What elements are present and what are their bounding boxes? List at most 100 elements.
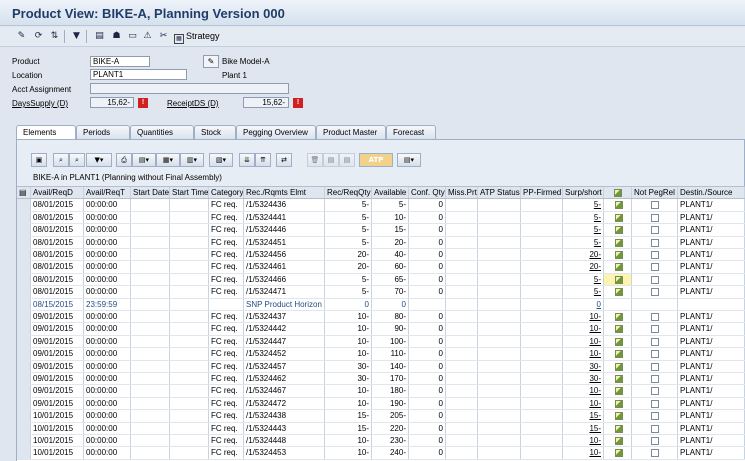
atp-button[interactable]: ATP: [359, 153, 393, 167]
not-pegrel-checkbox[interactable]: [651, 226, 659, 235]
not-pegrel-checkbox[interactable]: [651, 313, 659, 321]
cell-elmt[interactable]: /1/5324466: [244, 273, 325, 286]
table-row[interactable]: 10/01/2015 00:00:00 FC req./1/5324453 10- 24…: [17, 447, 745, 460]
row-selector[interactable]: [17, 273, 31, 286]
row-signal-cell[interactable]: [604, 335, 632, 348]
table-row[interactable]: 08/01/2015 00:00:00 FC req./1/5324461 20- 60…: [17, 261, 745, 274]
row-selector[interactable]: [17, 224, 31, 236]
row-signal-cell[interactable]: [604, 373, 632, 385]
tab-stock[interactable]: Stock: [194, 125, 236, 139]
row-selector[interactable]: [17, 311, 31, 323]
filter-icon[interactable]: ▼: [71, 31, 82, 42]
cell-elmt[interactable]: /1/5324457: [244, 360, 325, 372]
details-icon[interactable]: ▣: [31, 153, 47, 167]
row-selector[interactable]: [17, 385, 31, 397]
not-pegrel-checkbox[interactable]: [651, 387, 659, 396]
row-signal-cell[interactable]: [604, 360, 632, 372]
hierarchy-icon[interactable]: ⇅: [49, 31, 60, 42]
table-row[interactable]: 08/01/2015 00:00:00 FC req./1/5324456 20- 40…: [17, 249, 745, 262]
table-row[interactable]: 08/15/2015 23:59:59 SNP Product Horizon 0 0 0: [17, 298, 745, 311]
cell-elmt[interactable]: /1/5324462: [244, 373, 325, 385]
tab-pegging-overview[interactable]: Pegging Overview: [236, 125, 316, 139]
heuristic-icon[interactable]: ☗: [111, 31, 122, 42]
not-pegrel-checkbox-cell[interactable]: [632, 298, 678, 310]
row-selector[interactable]: [17, 435, 31, 447]
delete-icon[interactable]: 🗑: [307, 153, 323, 167]
graphic-dropdown-icon[interactable]: ▧▾: [209, 153, 233, 167]
not-pegrel-checkbox-cell[interactable]: [632, 211, 678, 224]
lock-icon[interactable]: ▤: [323, 153, 339, 167]
col-atp-status[interactable]: ATP Status: [478, 187, 521, 199]
not-pegrel-checkbox[interactable]: [651, 412, 659, 421]
not-pegrel-checkbox-cell[interactable]: [632, 249, 678, 261]
not-pegrel-checkbox-cell[interactable]: [632, 385, 678, 397]
cell-elmt[interactable]: /1/5324448: [244, 435, 325, 447]
not-pegrel-checkbox-cell[interactable]: [632, 410, 678, 422]
not-pegrel-checkbox[interactable]: [651, 437, 659, 445]
row-signal-cell[interactable]: [604, 199, 632, 211]
row-signal-cell[interactable]: [604, 236, 632, 248]
select-all-icon[interactable]: ▤: [17, 187, 31, 199]
not-pegrel-checkbox-cell[interactable]: [632, 447, 678, 459]
tab-forecast[interactable]: Forecast: [386, 125, 436, 139]
row-selector[interactable]: [17, 410, 31, 422]
cell-surp[interactable]: 20-: [563, 261, 604, 273]
cell-elmt[interactable]: /1/5324451: [244, 236, 325, 248]
not-pegrel-checkbox[interactable]: [651, 288, 659, 297]
strategy-button[interactable]: ▦ Strategy: [174, 31, 220, 44]
table-row[interactable]: 09/01/2015 00:00:00 FC req./1/5324457 30- 14…: [17, 360, 745, 373]
print-icon[interactable]: ⎙: [116, 153, 132, 167]
not-pegrel-checkbox[interactable]: [651, 424, 659, 433]
row-selector[interactable]: [17, 348, 31, 360]
row-selector[interactable]: [17, 261, 31, 273]
cell-surp[interactable]: 5-: [563, 286, 604, 298]
table-row[interactable]: 08/01/2015 00:00:00 FC req./1/5324451 5- 20-…: [17, 236, 745, 249]
cell-surp[interactable]: 5-: [563, 224, 604, 236]
not-pegrel-checkbox-cell[interactable]: [632, 236, 678, 248]
row-signal-cell[interactable]: [604, 422, 632, 434]
cell-elmt[interactable]: /1/5324452: [244, 348, 325, 360]
not-pegrel-checkbox[interactable]: [651, 375, 659, 383]
tab-periods[interactable]: Periods: [76, 125, 130, 139]
tab-quantities[interactable]: Quantities: [130, 125, 194, 139]
not-pegrel-checkbox-cell[interactable]: [632, 435, 678, 447]
collapse-icon[interactable]: ⇊: [239, 153, 255, 167]
refresh-icon[interactable]: ⟳: [33, 31, 44, 42]
table-row[interactable]: 08/01/2015 00:00:00 FC req./1/5324436 5- 5- 0…: [17, 199, 745, 212]
row-selector[interactable]: [17, 211, 31, 224]
not-pegrel-checkbox-cell[interactable]: [632, 273, 678, 286]
cell-surp[interactable]: 30-: [563, 360, 604, 372]
row-selector[interactable]: [17, 286, 31, 298]
edit-pencil-icon[interactable]: ✎: [16, 31, 27, 42]
cell-elmt[interactable]: /1/5324437: [244, 311, 325, 323]
cell-surp[interactable]: 0: [563, 298, 604, 310]
copy-icon[interactable]: ▤: [339, 153, 355, 167]
not-pegrel-checkbox-cell[interactable]: [632, 311, 678, 323]
cell-elmt[interactable]: /1/5324467: [244, 385, 325, 397]
cell-surp[interactable]: 10-: [563, 385, 604, 397]
cell-surp[interactable]: 5-: [563, 211, 604, 224]
row-signal-cell[interactable]: [604, 385, 632, 397]
row-selector[interactable]: [17, 236, 31, 248]
cell-elmt[interactable]: /1/5324446: [244, 224, 325, 236]
col-not-pegrel[interactable]: Not PegRel: [632, 187, 678, 199]
tab-product-master[interactable]: Product Master: [316, 125, 386, 139]
col-surp-short[interactable]: Surp/short: [563, 187, 604, 199]
row-signal-cell[interactable]: [604, 273, 632, 286]
receipt-ds-alert-icon[interactable]: !: [293, 98, 303, 108]
table-row[interactable]: 09/01/2015 00:00:00 FC req./1/5324437 10- 80…: [17, 311, 745, 324]
table-row[interactable]: 09/01/2015 00:00:00 FC req./1/5324452 10- 11…: [17, 348, 745, 361]
days-supply-alert-icon[interactable]: !: [138, 98, 148, 108]
cell-surp[interactable]: 5-: [563, 236, 604, 248]
table-row[interactable]: 09/01/2015 00:00:00 FC req./1/5324442 10- 90…: [17, 323, 745, 336]
col-avail-reqd[interactable]: Avail/ReqD: [31, 187, 84, 199]
row-signal-cell[interactable]: [604, 298, 632, 310]
col-category[interactable]: Category: [209, 187, 244, 199]
cell-elmt[interactable]: /1/5324472: [244, 397, 325, 410]
table-row[interactable]: 08/01/2015 00:00:00 FC req./1/5324441 5- 10-…: [17, 211, 745, 225]
cell-surp[interactable]: 10-: [563, 348, 604, 360]
not-pegrel-checkbox[interactable]: [651, 213, 659, 222]
cell-surp[interactable]: 15-: [563, 422, 604, 434]
not-pegrel-checkbox[interactable]: [651, 201, 659, 210]
cell-elmt[interactable]: /1/5324456: [244, 249, 325, 261]
